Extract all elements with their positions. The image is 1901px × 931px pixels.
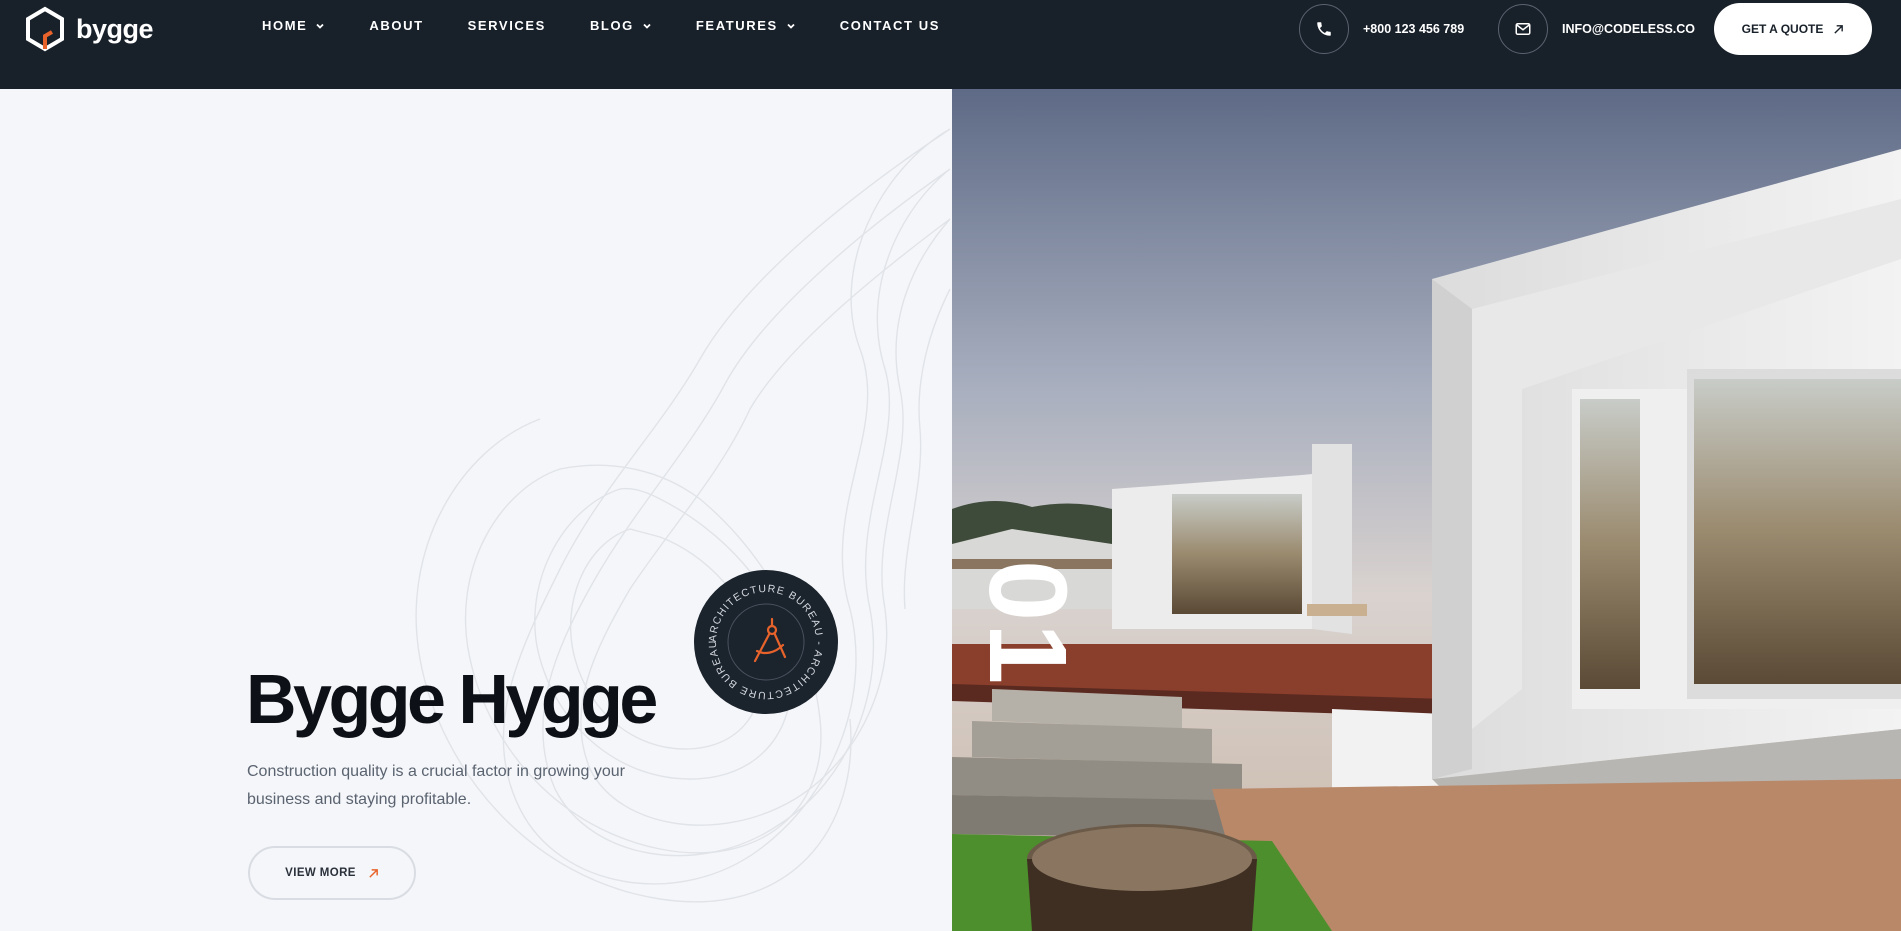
nav-label: HOME [262, 18, 308, 33]
view-more-label: VIEW MORE [285, 867, 356, 879]
hero-title: Bygge Hygge [246, 660, 658, 738]
chevron-down-icon [787, 23, 795, 29]
nav-item-blog[interactable]: BLOG [590, 18, 652, 33]
hexagon-logo-icon [26, 6, 64, 52]
arrow-up-right-icon [369, 868, 378, 878]
nav-item-features[interactable]: FEATURES [696, 18, 796, 33]
hero-image-slide[interactable] [952, 89, 1901, 931]
phone-contact[interactable]: +800 123 456 789 [1299, 4, 1464, 54]
mail-icon [1515, 23, 1531, 35]
hero-description: Construction quality is a crucial factor… [247, 763, 625, 808]
get-a-quote-label: GET A QUOTE [1741, 22, 1824, 36]
nav-label: BLOG [589, 18, 634, 33]
modern-house-photo [952, 89, 1901, 931]
hero-text-panel: Bygge Hygge Construction quality is a cr… [0, 89, 952, 931]
phone-button[interactable] [1299, 4, 1349, 54]
nav-label: ABOUT [369, 18, 424, 33]
architecture-bureau-badge: ARCHITECTURE BUREAU - ARCHITECTURE BUREA… [693, 569, 838, 714]
email-contact[interactable]: INFO@CODELESS.CO [1498, 4, 1695, 54]
arrow-up-right-icon [1834, 24, 1844, 34]
chevron-down-icon [643, 23, 651, 29]
email-button[interactable] [1498, 4, 1548, 54]
site-header: bygge HOME ABOUT SERVICES BLOG FEATURES … [0, 0, 1901, 89]
nav-label: SERVICES [467, 18, 546, 33]
get-a-quote-button[interactable]: GET A QUOTE [1714, 3, 1872, 55]
chevron-down-icon [316, 23, 325, 29]
phone-icon [1317, 22, 1331, 36]
logo[interactable]: bygge [24, 6, 154, 52]
email-address[interactable]: INFO@CODELESS.CO [1562, 22, 1695, 36]
phone-number[interactable]: +800 123 456 789 [1363, 22, 1464, 36]
nav-label: FEATURES [695, 18, 778, 33]
logo-text: bygge [76, 13, 154, 44]
slide-number: 01 [966, 560, 1089, 687]
nav-item-contact-us[interactable]: CONTACT US [840, 18, 940, 33]
nav-item-about[interactable]: ABOUT [369, 18, 423, 33]
view-more-button[interactable]: VIEW MORE [248, 846, 416, 900]
main-nav: HOME ABOUT SERVICES BLOG FEATURES CONTAC… [262, 18, 984, 33]
nav-label: CONTACT US [839, 18, 941, 33]
nav-item-services[interactable]: SERVICES [468, 18, 546, 33]
nav-item-home[interactable]: HOME [262, 18, 325, 33]
